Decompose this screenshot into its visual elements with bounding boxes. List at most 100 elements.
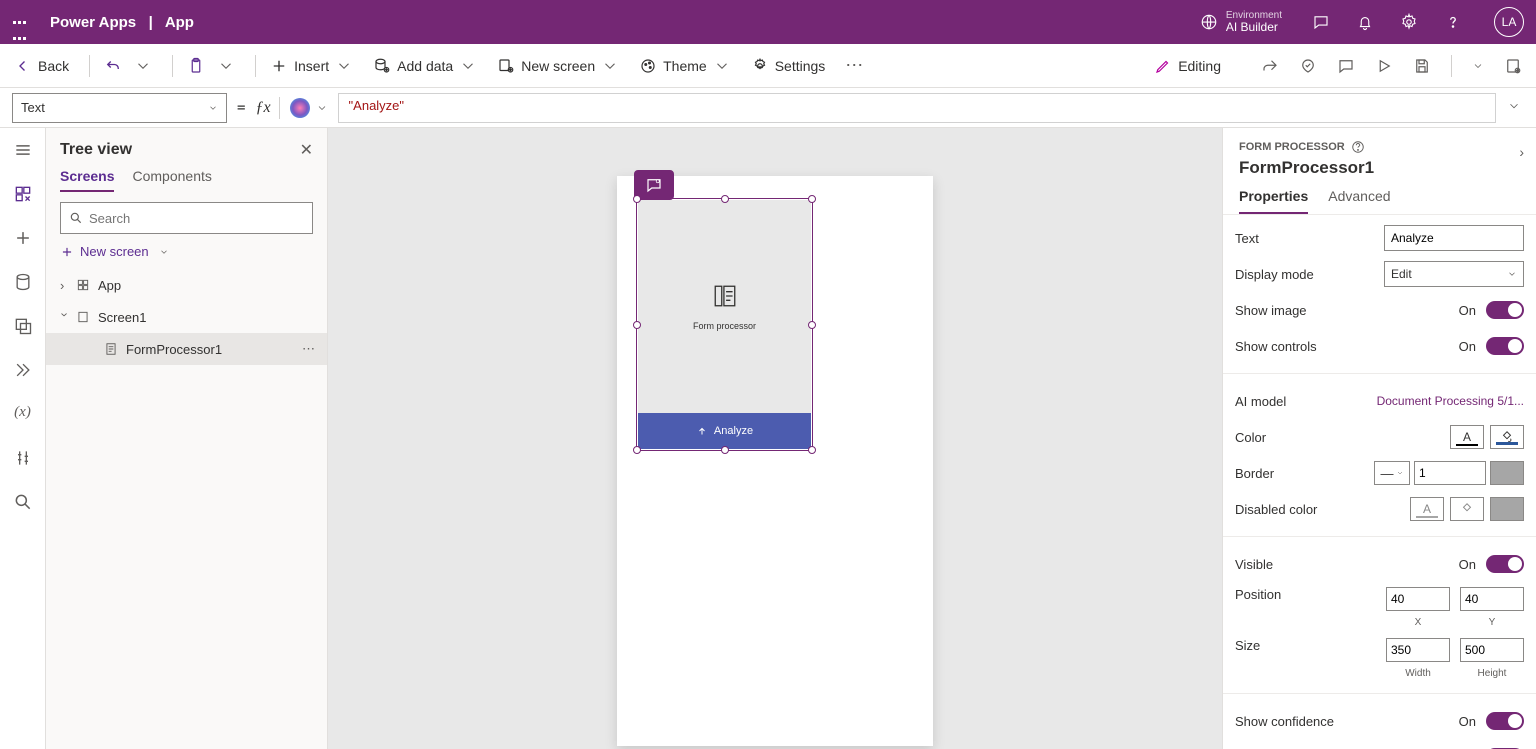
tree-item-app[interactable]: › App (46, 269, 327, 301)
prop-label: Color (1235, 430, 1266, 445)
resize-handle[interactable] (721, 195, 729, 203)
tree-item-formprocessor[interactable]: FormProcessor1 ⋯ (46, 333, 327, 365)
publish-icon[interactable] (1504, 57, 1522, 75)
border-color-swatch[interactable] (1490, 461, 1524, 485)
theme-button[interactable]: Theme (639, 57, 731, 75)
size-width-input[interactable] (1386, 638, 1450, 662)
properties-panel: FORM PROCESSOR FormProcessor1 › Properti… (1222, 128, 1536, 749)
prop-label: Visible (1235, 557, 1273, 572)
play-icon[interactable] (1375, 57, 1393, 75)
resize-handle[interactable] (808, 446, 816, 454)
canvas[interactable]: Form processor Analyze (328, 128, 1222, 749)
resize-handle[interactable] (808, 195, 816, 203)
prop-row-position: Position X Y (1235, 587, 1524, 628)
notifications-icon[interactable] (1356, 13, 1374, 31)
resize-handle[interactable] (633, 195, 641, 203)
disabled-fill-swatch[interactable] (1450, 497, 1484, 521)
theme-label: Theme (663, 58, 707, 74)
copilot-chevron[interactable] (316, 102, 328, 114)
undo-button[interactable] (104, 57, 122, 75)
info-icon[interactable] (1351, 140, 1365, 154)
resize-handle[interactable] (721, 446, 729, 454)
save-split[interactable] (1472, 60, 1484, 72)
visible-toggle[interactable] (1486, 555, 1524, 573)
environment-picker[interactable]: Environment AI Builder (1200, 10, 1282, 34)
border-width-input[interactable] (1414, 461, 1486, 485)
chevron-down-icon (159, 247, 169, 257)
show-confidence-toggle[interactable] (1486, 712, 1524, 730)
selected-control[interactable]: Form processor Analyze (636, 198, 813, 451)
tree-item-more-button[interactable]: ⋯ (302, 341, 317, 357)
search-icon (69, 211, 83, 225)
rail-tree-view[interactable] (13, 184, 33, 204)
resize-handle[interactable] (808, 321, 816, 329)
prop-text-input[interactable] (1384, 225, 1524, 251)
tree-item-screen1[interactable]: › Screen1 (46, 301, 327, 333)
tab-screens[interactable]: Screens (60, 168, 114, 192)
help-icon[interactable] (1444, 13, 1462, 31)
settings-icon[interactable] (1400, 13, 1418, 31)
undo-split[interactable] (134, 57, 152, 75)
share-icon[interactable] (1261, 57, 1279, 75)
fx-icon[interactable]: ƒx (255, 99, 270, 117)
tab-properties[interactable]: Properties (1239, 188, 1308, 214)
prop-label: Text (1235, 231, 1259, 246)
tree-search-input[interactable] (89, 211, 304, 226)
new-screen-button[interactable]: New screen (497, 57, 619, 75)
rail-variables[interactable]: (x) (13, 404, 33, 424)
rail-tools[interactable] (13, 448, 33, 468)
insert-button[interactable]: Insert (270, 57, 353, 75)
chevron-down-icon (208, 103, 218, 113)
chat-icon[interactable] (1312, 13, 1330, 31)
user-avatar[interactable]: LA (1494, 7, 1524, 37)
overflow-button[interactable]: ⋯ (845, 55, 863, 76)
formula-input[interactable]: "Analyze" (338, 93, 1496, 123)
settings-button[interactable]: Settings (751, 57, 826, 75)
position-y-input[interactable] (1460, 587, 1524, 611)
new-screen-link[interactable]: New screen (46, 234, 327, 269)
resize-handle[interactable] (633, 321, 641, 329)
rail-hamburger[interactable] (13, 140, 33, 160)
close-tree-button[interactable]: ✕ (300, 140, 313, 160)
add-data-button[interactable]: Add data (373, 57, 477, 75)
ai-model-link[interactable]: Document Processing 5/1... (1377, 394, 1524, 408)
tab-advanced[interactable]: Advanced (1328, 188, 1390, 214)
disabled-border-swatch[interactable] (1490, 497, 1524, 521)
font-color-swatch[interactable]: A (1450, 425, 1484, 449)
app-label: App (165, 14, 194, 31)
disabled-font-swatch[interactable]: A (1410, 497, 1444, 521)
environment-label: Environment (1226, 10, 1282, 21)
save-icon[interactable] (1413, 57, 1431, 75)
tab-components[interactable]: Components (132, 168, 211, 192)
border-style-select[interactable]: — (1374, 461, 1410, 485)
show-controls-toggle[interactable] (1486, 337, 1524, 355)
show-image-toggle[interactable] (1486, 301, 1524, 319)
checker-icon[interactable] (1299, 57, 1317, 75)
rail-data[interactable] (13, 272, 33, 292)
back-button[interactable]: Back (14, 57, 69, 75)
property-selector[interactable]: Text (12, 93, 227, 123)
size-height-input[interactable] (1460, 638, 1524, 662)
prop-row-show-image: Show image On (1235, 297, 1524, 323)
copilot-icon (645, 176, 663, 194)
resize-handle[interactable] (633, 446, 641, 454)
waffle-icon[interactable] (12, 12, 32, 32)
fill-color-swatch[interactable] (1490, 425, 1524, 449)
tree-item-label: FormProcessor1 (126, 342, 222, 357)
tree-search[interactable] (60, 202, 313, 234)
chevron-down-icon: › (58, 312, 73, 322)
rail-power-automate[interactable] (13, 360, 33, 380)
position-x-input[interactable] (1386, 587, 1450, 611)
rail-search[interactable] (13, 492, 33, 512)
editing-mode-button[interactable]: Editing (1154, 57, 1221, 75)
comments-icon[interactable] (1337, 57, 1355, 75)
paste-split[interactable] (217, 57, 235, 75)
prop-display-mode-select[interactable]: Edit (1384, 261, 1524, 287)
collapse-panel-button[interactable]: › (1519, 144, 1524, 160)
copilot-icon[interactable] (290, 98, 310, 118)
paste-button[interactable] (187, 57, 205, 75)
expand-formula-button[interactable] (1504, 99, 1524, 116)
rail-media[interactable] (13, 316, 33, 336)
rail-insert[interactable] (13, 228, 33, 248)
analyze-button[interactable]: Analyze (638, 413, 811, 449)
